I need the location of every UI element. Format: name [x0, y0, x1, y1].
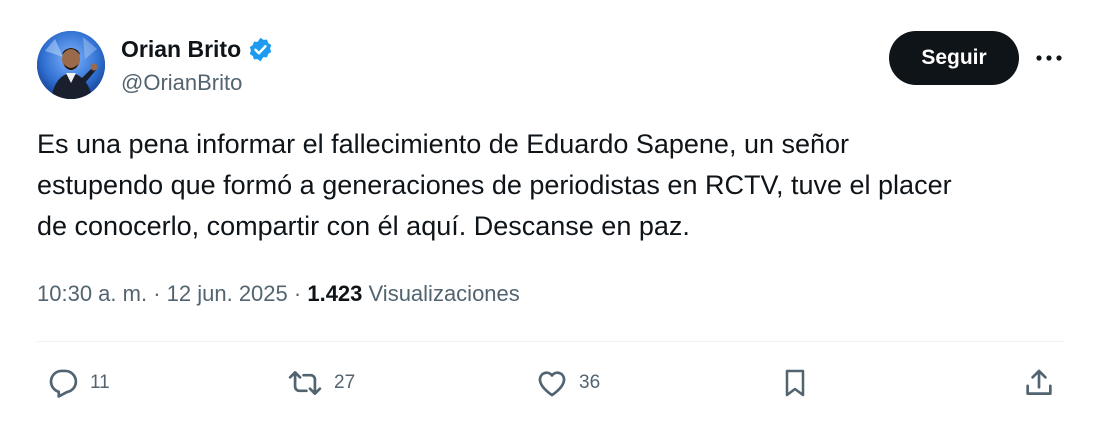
follow-button[interactable]: Seguir	[889, 31, 1019, 85]
reply-count: 11	[90, 372, 110, 393]
share-upload-icon	[1026, 369, 1052, 395]
views-count: 1.423	[307, 281, 363, 306]
like-count: 36	[579, 372, 601, 393]
verified-badge-icon	[249, 37, 272, 61]
tweet-time[interactable]: 10:30 a. m.	[37, 281, 147, 306]
avatar-image	[37, 31, 105, 99]
repost-button[interactable]: 27	[286, 366, 355, 400]
tweet-text-line: de conocerlo, compartir con él aquí. Des…	[37, 211, 690, 241]
bookmark-button[interactable]	[779, 366, 811, 400]
tweet-card: Orian Brito @OrianBrito Seguir Es una pe…	[0, 0, 1113, 431]
bookmark-icon	[785, 369, 805, 397]
tweet-text-line: estupendo que formó a generaciones de pe…	[37, 170, 952, 200]
meta-separator: ·	[293, 281, 302, 306]
divider	[37, 341, 1065, 342]
tweet-text-line: Es una pena informar el fallecimiento de…	[37, 129, 850, 159]
like-button[interactable]: 36	[535, 366, 600, 400]
tweet-meta: 10:30 a. m. · 12 jun. 2025 · 1.423 Visua…	[37, 279, 520, 309]
more-options-button[interactable]	[1030, 44, 1068, 72]
speech-bubble-icon	[49, 369, 78, 398]
meta-separator: ·	[153, 281, 161, 306]
tweet-text: Es una pena informar el fallecimiento de…	[37, 124, 1077, 247]
reply-button[interactable]: 11	[46, 366, 110, 400]
three-dots-icon	[1036, 55, 1062, 61]
views-label: Visualizaciones	[368, 281, 520, 306]
author-name-row: Orian Brito	[121, 35, 274, 63]
repost-arrows-icon	[288, 371, 322, 395]
avatar[interactable]	[37, 31, 105, 99]
repost-count: 27	[334, 372, 356, 393]
tweet-date[interactable]: 12 jun. 2025	[167, 281, 288, 306]
author-display-name[interactable]: Orian Brito	[121, 35, 241, 63]
heart-icon	[538, 371, 566, 397]
share-button[interactable]	[1022, 366, 1056, 400]
author-handle[interactable]: @OrianBrito	[121, 69, 242, 97]
